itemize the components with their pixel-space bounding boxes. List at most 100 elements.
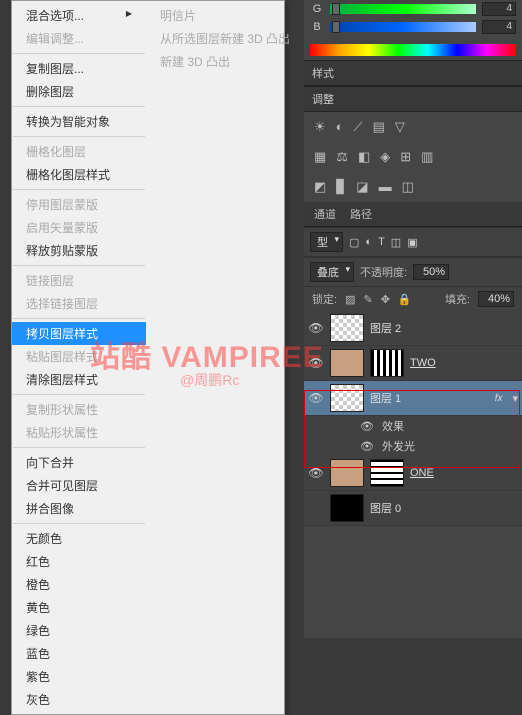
- menu-item: 启用矢量蒙版: [12, 216, 146, 239]
- filter-adjust-icon[interactable]: ◐: [365, 236, 372, 248]
- photo-filter-icon[interactable]: ◈: [380, 149, 390, 165]
- layer-row[interactable]: 👁 图层 1 fx ▾: [304, 381, 522, 416]
- threshold-icon[interactable]: ◪: [356, 179, 368, 195]
- layer-row[interactable]: 👁 ONE: [304, 456, 522, 491]
- vibrance-icon[interactable]: ▽: [395, 119, 405, 135]
- lock-label: 锁定:: [312, 291, 337, 307]
- visibility-eye-icon[interactable]: 👁: [308, 466, 324, 480]
- menu-item[interactable]: 栅格化图层样式: [12, 163, 146, 186]
- styles-panel-header[interactable]: 样式: [304, 60, 522, 86]
- slider-b-value[interactable]: 4: [482, 20, 516, 34]
- menu-separator: [13, 447, 145, 448]
- levels-icon[interactable]: ◐: [336, 119, 344, 135]
- menu-item[interactable]: 拼合图像: [12, 497, 146, 520]
- filter-pixel-icon[interactable]: ▢: [349, 236, 359, 249]
- menu-item: 编辑调整...: [12, 27, 146, 50]
- layer-row[interactable]: 👁 图层 2: [304, 311, 522, 346]
- layer-row[interactable]: 👁 TWO: [304, 346, 522, 381]
- selective-icon[interactable]: ◫: [402, 179, 414, 195]
- lock-pos-icon[interactable]: ✥: [381, 293, 390, 306]
- posterize-icon[interactable]: ▊: [336, 179, 346, 195]
- filter-shape-icon[interactable]: ◫: [391, 236, 401, 249]
- lock-trans-icon[interactable]: ▨: [345, 293, 355, 306]
- layer-kind-dd[interactable]: 型: [310, 232, 343, 252]
- menu-item: 停用图层蒙版: [12, 193, 146, 216]
- menu-item[interactable]: 合并可见图层: [12, 474, 146, 497]
- fx-badge[interactable]: fx: [495, 393, 507, 404]
- menu-item[interactable]: 绿色: [12, 619, 146, 642]
- balance-icon[interactable]: ⚖: [336, 149, 348, 165]
- menu-item: 链接图层: [12, 269, 146, 292]
- lookup-icon[interactable]: ▥: [421, 149, 433, 165]
- menu-item: 复制形状属性: [12, 398, 146, 421]
- layer-name[interactable]: TWO: [410, 357, 436, 369]
- filter-type-icon[interactable]: T: [378, 236, 385, 248]
- visibility-eye-icon[interactable]: 👁: [360, 440, 374, 453]
- adjustments-panel-header[interactable]: 调整: [304, 86, 522, 112]
- menu-item[interactable]: 转换为智能对象: [12, 110, 146, 133]
- menu-item: 从所选图层新建 3D 凸出: [146, 27, 284, 50]
- fx-chevron-icon[interactable]: ▾: [512, 392, 518, 405]
- menu-separator: [13, 265, 145, 266]
- slider-b[interactable]: [330, 22, 476, 32]
- lock-all-icon[interactable]: 🔒: [398, 293, 412, 306]
- fill-value[interactable]: 40%: [478, 291, 514, 307]
- menu-item[interactable]: 删除图层: [12, 80, 146, 103]
- blend-mode-dd[interactable]: 叠底: [310, 262, 354, 282]
- visibility-eye-icon[interactable]: 👁: [308, 321, 324, 335]
- slider-g[interactable]: [330, 4, 476, 14]
- invert-icon[interactable]: ◩: [314, 179, 326, 195]
- fx-effects-row[interactable]: 👁效果: [304, 416, 522, 436]
- exposure-icon[interactable]: ▤: [373, 119, 385, 135]
- menu-item[interactable]: 向下合并: [12, 451, 146, 474]
- menu-separator: [13, 106, 145, 107]
- blend-row: 叠底 不透明度: 50%: [304, 257, 522, 287]
- layers-tab-row: 通道 路径: [304, 202, 522, 227]
- menu-item: 选择链接图层: [12, 292, 146, 315]
- bw-icon[interactable]: ◧: [358, 149, 370, 165]
- gradient-map-icon[interactable]: ▬: [379, 179, 392, 195]
- menu-item: 新建 3D 凸出: [146, 50, 284, 73]
- brightness-icon[interactable]: ☀: [314, 119, 326, 135]
- slider-b-label: B: [310, 21, 324, 33]
- menu-item[interactable]: 紫色: [12, 665, 146, 688]
- menu-item[interactable]: 清除图层样式: [12, 368, 146, 391]
- visibility-eye-icon[interactable]: 👁: [360, 420, 374, 433]
- menu-item[interactable]: 无颜色: [12, 527, 146, 550]
- menu-item[interactable]: 复制图层...: [12, 57, 146, 80]
- menu-item[interactable]: 橙色: [12, 573, 146, 596]
- filter-smart-icon[interactable]: ▣: [407, 236, 417, 249]
- menu-separator: [13, 136, 145, 137]
- layer-name[interactable]: 图层 1: [370, 390, 401, 406]
- fx-outer-glow-row[interactable]: 👁 外发光: [304, 436, 522, 456]
- visibility-eye-icon[interactable]: 👁: [308, 356, 324, 370]
- menu-item[interactable]: 混合选项...: [12, 4, 146, 27]
- lock-paint-icon[interactable]: ✎: [363, 293, 372, 306]
- menu-separator: [13, 318, 145, 319]
- layer-row[interactable]: 图层 0: [304, 491, 522, 526]
- tab-paths[interactable]: 路径: [350, 202, 372, 226]
- menu-item[interactable]: 黄色: [12, 596, 146, 619]
- opacity-value[interactable]: 50%: [413, 264, 449, 280]
- tab-channels[interactable]: 通道: [314, 202, 336, 226]
- layer-name[interactable]: 图层 2: [370, 320, 401, 336]
- menu-item[interactable]: 红色: [12, 550, 146, 573]
- menu-item[interactable]: 蓝色: [12, 642, 146, 665]
- menu-separator: [13, 189, 145, 190]
- mixer-icon[interactable]: ⊞: [400, 149, 411, 165]
- adjustments-row-2: ▦ ⚖ ◧ ◈ ⊞ ▥: [304, 142, 522, 172]
- layers-list: 👁图层 2👁TWO👁图层 1fx ▾👁效果👁外发光👁ONE图层 0: [304, 311, 522, 526]
- fx-outer-glow-label: 外发光: [382, 438, 415, 454]
- hue-strip[interactable]: [310, 44, 516, 56]
- layer-name[interactable]: ONE: [410, 467, 434, 479]
- layer-name[interactable]: 图层 0: [370, 500, 401, 516]
- menu-item[interactable]: 灰色: [12, 688, 146, 711]
- curves-icon[interactable]: ⟋: [354, 119, 363, 135]
- layer-filter-row: 型 ▢ ◐ T ◫ ▣: [304, 227, 522, 257]
- lock-row: 锁定: ▨ ✎ ✥ 🔒 填充: 40%: [304, 287, 522, 311]
- menu-item[interactable]: 拷贝图层样式: [12, 322, 146, 345]
- menu-item[interactable]: 释放剪贴蒙版: [12, 239, 146, 262]
- visibility-eye-icon[interactable]: 👁: [308, 391, 324, 405]
- hue-icon[interactable]: ▦: [314, 149, 326, 165]
- slider-g-value[interactable]: 4: [482, 2, 516, 16]
